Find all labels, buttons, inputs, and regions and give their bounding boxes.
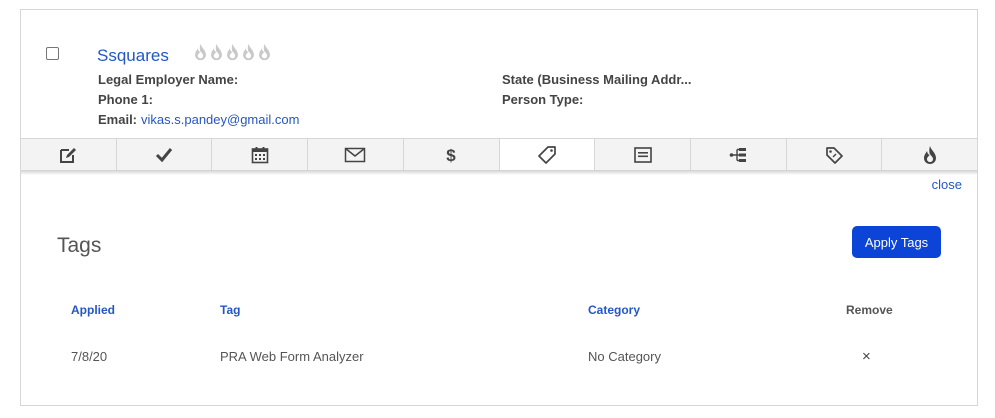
person-type-field: Person Type: xyxy=(502,92,587,107)
tab-tag-groups[interactable] xyxy=(787,139,883,171)
form-icon xyxy=(633,147,652,163)
email-link[interactable]: vikas.s.pandey@gmail.com xyxy=(141,112,299,127)
tag-column-header[interactable]: Tag xyxy=(220,303,240,317)
apply-tags-button[interactable]: Apply Tags xyxy=(852,226,941,258)
remove-tag-button[interactable]: × xyxy=(862,348,871,365)
tags-icon xyxy=(826,147,843,164)
tag-name-cell: PRA Web Form Analyzer xyxy=(220,349,364,364)
category-cell: No Category xyxy=(588,349,661,364)
edit-icon xyxy=(60,148,77,163)
tag-icon xyxy=(538,146,556,164)
applied-date-cell: 7/8/20 xyxy=(71,349,108,364)
tab-tags[interactable] xyxy=(499,139,596,171)
flame-icon[interactable] xyxy=(193,43,208,61)
tab-tasks[interactable] xyxy=(117,139,213,171)
hierarchy-icon xyxy=(729,148,747,162)
category-column-header[interactable]: Category xyxy=(588,303,640,317)
select-contact-checkbox[interactable] xyxy=(46,47,59,60)
flame-icon xyxy=(923,146,936,164)
email-field: Email: vikas.s.pandey@gmail.com xyxy=(98,112,299,127)
checkmark-icon xyxy=(155,148,173,163)
toolbar-shadow xyxy=(21,170,977,175)
tab-billing[interactable]: $ xyxy=(404,139,500,171)
flame-icon[interactable] xyxy=(257,43,272,61)
tab-calendar[interactable] xyxy=(212,139,309,171)
applied-column-header[interactable]: Applied xyxy=(71,303,115,317)
flame-icon[interactable] xyxy=(209,43,224,61)
state-label: State (Business Mailing Addr... xyxy=(502,72,692,87)
legal-employer-label: Legal Employer Name: xyxy=(98,72,239,87)
tab-edit[interactable] xyxy=(21,139,117,171)
remove-column-header: Remove xyxy=(846,303,893,317)
phone-label: Phone 1: xyxy=(98,92,153,107)
tab-email[interactable] xyxy=(308,139,404,171)
calendar-icon xyxy=(251,147,269,164)
flame-icon[interactable] xyxy=(225,43,240,61)
phone-field: Phone 1: xyxy=(98,92,157,107)
contact-action-toolbar: $ xyxy=(21,138,977,171)
tab-relationships[interactable] xyxy=(691,139,787,171)
dollar-icon: $ xyxy=(446,146,456,165)
contact-name-link[interactable]: Ssquares xyxy=(97,46,169,66)
person-type-label: Person Type: xyxy=(502,92,584,107)
tags-section-title: Tags xyxy=(57,234,102,257)
close-link[interactable]: close xyxy=(932,177,962,192)
legal-employer-field: Legal Employer Name: xyxy=(98,72,242,87)
envelope-icon xyxy=(345,147,366,163)
state-field: State (Business Mailing Addr... xyxy=(502,72,696,87)
flame-icon[interactable] xyxy=(241,43,256,61)
contact-card: Ssquares Legal Employer Name: Phone 1: E… xyxy=(20,9,978,406)
lead-score-rating[interactable] xyxy=(193,43,272,61)
tab-forms[interactable] xyxy=(595,139,691,171)
svg-text:$: $ xyxy=(446,146,456,165)
email-label: Email: xyxy=(98,112,138,127)
tab-lead-score[interactable] xyxy=(882,139,977,171)
